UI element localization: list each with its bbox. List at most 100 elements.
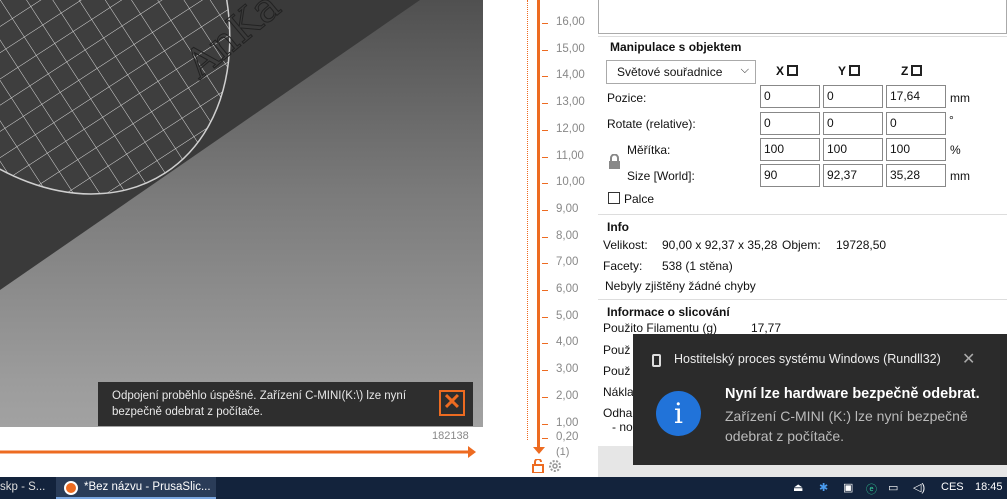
info-icon: i xyxy=(656,391,701,436)
layer-tick-mark xyxy=(542,183,548,185)
rotate-z-field[interactable]: 0 xyxy=(886,112,946,135)
layer-tick-mark xyxy=(542,438,548,439)
usb-drive-icon xyxy=(652,354,661,367)
scale-lock-icon[interactable] xyxy=(608,153,622,173)
filament-label: Použito Filamentu (g) xyxy=(603,321,718,335)
layer-tick-label: 15,00 xyxy=(556,42,585,55)
layer-tick-mark xyxy=(542,103,548,105)
bluetooth-icon[interactable]: ✱ xyxy=(819,481,828,494)
layer-tick-label: 12,00 xyxy=(556,122,585,135)
horizontal-slider-thumb xyxy=(468,446,476,458)
layer-tick-mark xyxy=(542,290,548,291)
scale-x-field[interactable]: 100 xyxy=(760,138,820,161)
horizontal-slider[interactable] xyxy=(0,427,483,477)
slicing-row-4: Nákla xyxy=(603,385,634,399)
layer-tick-label: 8,00 xyxy=(556,229,579,242)
taskbar-item-label: *Bez názvu - PrusaSlic... xyxy=(84,481,211,493)
layer-tick-mark xyxy=(542,343,548,345)
info-size-value: 90,00 x 92,37 x 35,28 xyxy=(662,238,778,252)
drop-to-bed-x-icon xyxy=(787,65,799,76)
edge-icon[interactable]: ⓔ xyxy=(866,481,877,497)
filament-value: 17,77 xyxy=(751,321,782,335)
layer-tick-label: 1,00 xyxy=(556,416,579,429)
layer-tick-mark xyxy=(542,209,548,211)
slicing-row-5: Odha xyxy=(603,406,633,420)
size-unit: mm xyxy=(950,169,970,183)
layer-tick-label: 0,20 xyxy=(556,431,579,443)
scale-y-field[interactable]: 100 xyxy=(823,138,883,161)
layer-tick-label: 7,00 xyxy=(556,256,579,269)
clock[interactable]: 18:45 xyxy=(975,481,1003,493)
lower-thumb xyxy=(533,447,545,454)
layer-tick-mark xyxy=(542,156,548,158)
axis-z-header: Z xyxy=(901,64,923,78)
size-y-field[interactable]: 92,37 xyxy=(823,164,883,187)
notification-title: Nyní lze hardware bezpečně odebrat. xyxy=(725,386,980,402)
language-indicator[interactable]: CES xyxy=(941,481,964,493)
layer-tick-label: 9,00 xyxy=(556,202,579,215)
layer-count: 182138 xyxy=(432,430,469,442)
gear-icon[interactable] xyxy=(548,459,562,473)
layer-tick-mark xyxy=(542,423,548,425)
drop-to-bed-y-icon xyxy=(849,65,861,76)
layer-tick-label: 14,00 xyxy=(556,69,585,82)
size-z-field[interactable]: 35,28 xyxy=(886,164,946,187)
volume-icon[interactable]: ◁) xyxy=(913,481,925,494)
rotate-label: Rotate (relative): xyxy=(607,117,696,131)
position-z-field[interactable]: 17,64 xyxy=(886,85,946,108)
layer-tick-label: 13,00 xyxy=(556,96,585,109)
layer-tick-label: 2,00 xyxy=(556,389,579,402)
taskbar-item-desktop[interactable]: skp - S... xyxy=(0,477,54,499)
layer-tick-mark xyxy=(542,263,548,265)
vertical-layer-slider[interactable]: 16,00 15,00 14,00 13,00 12,00 11,00 10,00 9,00 8… xyxy=(483,0,598,477)
manipulation-panel: Manipulace s objektem Světové souřadnice… xyxy=(598,36,1007,212)
lock-icon[interactable] xyxy=(531,458,545,474)
rotate-x-field[interactable]: 0 xyxy=(760,112,820,135)
inches-checkbox[interactable] xyxy=(608,192,620,204)
taskbar-item-prusaslicer[interactable]: *Bez názvu - PrusaSlic... xyxy=(56,477,216,499)
info-facets-label: Facety: xyxy=(603,259,643,273)
rotate-y-field[interactable]: 0 xyxy=(823,112,883,135)
layer-tick-mark xyxy=(542,129,548,131)
info-size-label: Velikost: xyxy=(603,238,648,252)
network-icon[interactable]: ▭ xyxy=(888,481,898,494)
size-x-field[interactable]: 90 xyxy=(760,164,820,187)
scale-unit: % xyxy=(950,143,961,157)
layer-tick-label: 5,00 xyxy=(556,309,579,322)
layer-tick-mark xyxy=(542,23,548,24)
layer-tick-mark xyxy=(542,236,548,238)
manipulation-title: Manipulace s objektem xyxy=(610,40,742,54)
position-unit: mm xyxy=(950,91,970,105)
rotate-unit: ° xyxy=(949,113,954,127)
axis-x-header: X xyxy=(776,64,799,78)
notification-close-icon[interactable]: ✕ xyxy=(962,349,975,369)
security-icon[interactable]: ▣ xyxy=(843,481,853,494)
layer-tick-label: 4,00 xyxy=(556,336,579,349)
windows-notification[interactable]: Hostitelský proces systému Windows (Rund… xyxy=(633,334,1007,465)
layer-tick-label: 3,00 xyxy=(556,363,579,376)
slicing-row-2: Použ xyxy=(603,343,631,357)
object-list[interactable] xyxy=(598,0,1007,34)
position-x-field[interactable]: 0 xyxy=(760,85,820,108)
toast-message: Odpojení proběhlo úspěšné. Zařízení C-MI… xyxy=(112,390,407,418)
toast-close-button[interactable]: ✕ xyxy=(439,390,465,416)
screen: AnKa Odpojení proběhlo úspěšné. Zařízení… xyxy=(0,0,1007,499)
coord-system-select[interactable]: Světové souřadnice ⌵ xyxy=(606,60,756,84)
position-y-field[interactable]: 0 xyxy=(823,85,883,108)
position-label: Pozice: xyxy=(607,91,647,105)
horizontal-slider-area: 182138 xyxy=(0,427,483,477)
slicing-row-3: Použ xyxy=(603,364,631,378)
layer-tick-mark xyxy=(542,49,548,51)
info-volume-label: Objem: xyxy=(782,238,821,252)
info-volume-value: 19728,50 xyxy=(836,238,887,252)
scale-z-field[interactable]: 100 xyxy=(886,138,946,161)
notification-body: Zařízení C-MINI (K:) lze nyní bezpečně o… xyxy=(725,408,968,444)
inches-label: Palce xyxy=(624,192,655,206)
scale-label: Měřítka: xyxy=(627,143,671,157)
info-facets-value: 538 (1 stěna) xyxy=(662,259,733,273)
prusaslicer-icon xyxy=(64,481,78,495)
layer-tick-label: 10,00 xyxy=(556,176,585,189)
layer-tick-label: 16,00 xyxy=(556,16,585,28)
usb-tray-icon[interactable]: ⏏ xyxy=(793,481,803,494)
layer-bottom-label: (1) xyxy=(556,446,570,458)
